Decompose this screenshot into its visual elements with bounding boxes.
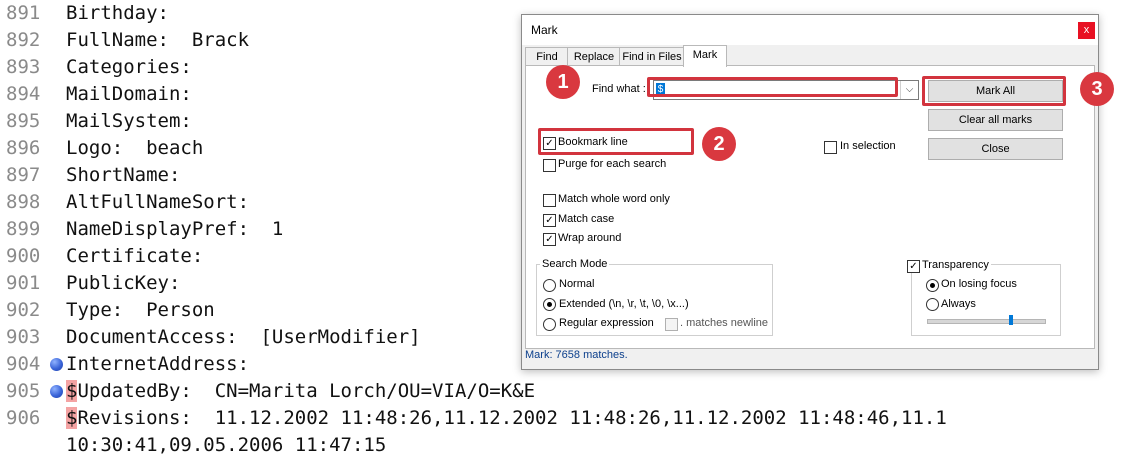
on-losing-focus-radio[interactable] — [926, 279, 939, 292]
normal-radio[interactable] — [543, 279, 556, 292]
bookmark-icon[interactable] — [50, 385, 63, 398]
chevron-down-icon[interactable]: ⌵ — [900, 81, 918, 99]
line-number: 898 — [6, 191, 41, 213]
match-case-checkbox[interactable]: ✓ — [543, 214, 556, 227]
dialog-title: Mark — [531, 23, 558, 37]
line-number: 895 — [6, 110, 41, 132]
tab-find-in-files[interactable]: Find in Files — [619, 47, 685, 66]
matches-newline-label: . matches newline — [680, 317, 769, 329]
line-text: 10:30:41,09.05.2006 11:47:15 — [66, 434, 387, 456]
extended-radio[interactable] — [543, 298, 556, 311]
annotation-badge-3: 3 — [1080, 72, 1114, 106]
editor-line[interactable]: 906 $Revisions: 11.12.2002 11:48:26,11.1… — [0, 405, 1135, 432]
line-number: 901 — [6, 272, 41, 294]
line-text: FullName: Brack — [66, 29, 250, 51]
line-number: 894 — [6, 83, 41, 105]
regex-label: Regular expression — [559, 317, 654, 329]
line-number: 893 — [6, 56, 41, 78]
line-number: 905 — [6, 380, 41, 402]
mark-highlight: $ — [66, 407, 78, 429]
clear-all-marks-button[interactable]: Clear all marks — [928, 109, 1063, 131]
dialog-titlebar[interactable]: Mark x — [522, 15, 1098, 45]
line-text: ShortName: — [66, 164, 181, 186]
bookmark-line-highlight — [538, 128, 694, 155]
wrap-around-checkbox[interactable]: ✓ — [543, 233, 556, 246]
bookmark-icon[interactable] — [50, 358, 63, 371]
transparency-slider[interactable] — [927, 319, 1046, 324]
line-text: MailDomain: — [66, 83, 192, 105]
always-label: Always — [941, 298, 976, 310]
line-number: 906 — [6, 407, 41, 429]
line-text: NameDisplayPref: 1 — [66, 218, 284, 240]
line-text: DocumentAccess: [UserModifier] — [66, 326, 421, 348]
search-mode-title: Search Mode — [540, 258, 610, 270]
mark-panel: Find what : $ ⌵ Mark All Clear all marks… — [525, 65, 1095, 349]
line-text: Categories: — [66, 56, 192, 78]
editor-line-bookmarked[interactable]: 905 $UpdatedBy: CN=Marita Lorch/OU=VIA/O… — [0, 378, 1135, 405]
normal-label: Normal — [559, 278, 595, 290]
transparency-slider-thumb[interactable] — [1009, 315, 1014, 325]
match-whole-word-checkbox[interactable] — [543, 194, 556, 207]
transparency-checkbox[interactable]: ✓ — [907, 260, 920, 273]
matches-newline-checkbox[interactable] — [665, 318, 678, 331]
in-selection-checkbox[interactable] — [824, 141, 837, 154]
line-number: 903 — [6, 326, 41, 348]
status-text: Mark: 7658 matches. — [525, 349, 628, 361]
mark-dialog: Mark x Find Replace Find in Files Mark F… — [521, 14, 1099, 370]
line-text: Birthday: — [66, 2, 169, 24]
find-what-label: Find what : — [592, 83, 646, 95]
annotation-badge-1: 1 — [546, 65, 580, 99]
line-number: 897 — [6, 164, 41, 186]
tab-mark[interactable]: Mark — [683, 45, 727, 67]
extended-label: Extended (\n, \r, \t, \0, \x...) — [559, 298, 689, 310]
line-number: 892 — [6, 29, 41, 51]
line-text: PublicKey: — [66, 272, 181, 294]
mark-all-highlight — [922, 76, 1066, 106]
editor-line-wrapped[interactable]: 10:30:41,09.05.2006 11:47:15 — [0, 432, 1135, 459]
mark-highlight: $ — [66, 380, 78, 402]
transparency-label: Transparency — [920, 259, 991, 271]
line-text: Type: Person — [66, 299, 215, 321]
line-text: MailSystem: — [66, 110, 192, 132]
regex-radio[interactable] — [543, 318, 556, 331]
line-text: InternetAddress: — [66, 353, 250, 375]
match-case-label: Match case — [558, 213, 615, 225]
line-text: Logo: beach — [66, 137, 204, 159]
match-whole-word-label: Match whole word only — [558, 193, 670, 205]
line-text: $Revisions: 11.12.2002 11:48:26,11.12.20… — [66, 407, 947, 429]
find-what-highlight — [647, 77, 898, 97]
line-text: AltFullNameSort: — [66, 191, 250, 213]
tab-find[interactable]: Find — [525, 47, 569, 66]
line-text: $UpdatedBy: CN=Marita Lorch/OU=VIA/O=K&E — [66, 380, 536, 402]
line-number: 896 — [6, 137, 41, 159]
close-button[interactable]: Close — [928, 138, 1063, 160]
wrap-around-label: Wrap around — [558, 232, 622, 244]
purge-label: Purge for each search — [558, 158, 667, 170]
line-number: 900 — [6, 245, 41, 267]
annotation-badge-2: 2 — [702, 127, 736, 161]
tab-replace[interactable]: Replace — [567, 47, 621, 66]
line-number: 891 — [6, 2, 41, 24]
in-selection-label: In selection — [840, 140, 896, 152]
line-number: 902 — [6, 299, 41, 321]
line-text: Certificate: — [66, 245, 204, 267]
purge-checkbox[interactable] — [543, 159, 556, 172]
line-number: 899 — [6, 218, 41, 240]
close-icon[interactable]: x — [1078, 22, 1095, 39]
always-radio[interactable] — [926, 298, 939, 311]
line-number: 904 — [6, 353, 41, 375]
on-losing-focus-label: On losing focus — [941, 278, 1017, 290]
